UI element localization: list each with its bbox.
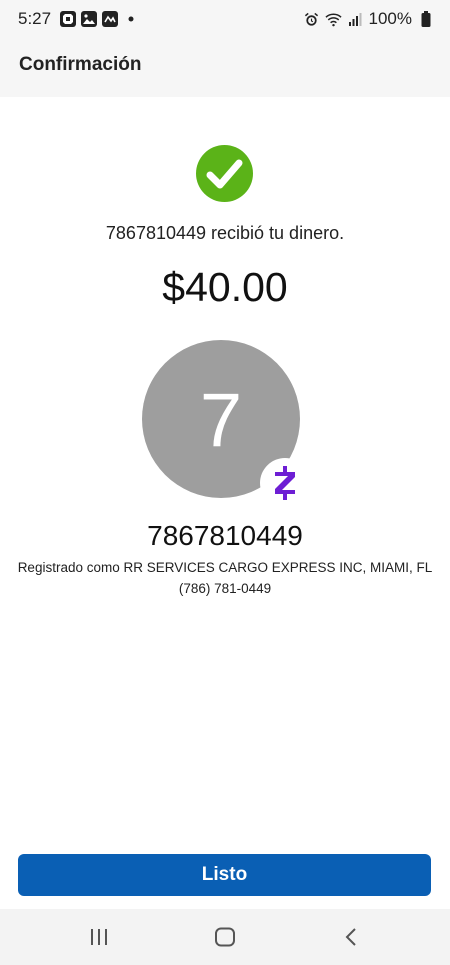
status-time: 5:27 (18, 9, 52, 28)
avatar-initial: 7 (199, 377, 243, 463)
status-bar: 5:27 100% (0, 0, 450, 40)
done-button[interactable]: Listo (18, 854, 431, 896)
chase-app-icon (59, 11, 76, 28)
alarm-icon (303, 11, 320, 28)
zelle-icon (260, 458, 310, 508)
battery-text: 100% (368, 9, 412, 28)
signal-icon (347, 11, 364, 28)
back-icon[interactable] (336, 925, 366, 949)
dot-icon (122, 11, 139, 28)
system-nav-bar (0, 909, 450, 965)
page-title: Confirmación (19, 54, 142, 75)
recipient-name: 7867810449 (147, 520, 303, 551)
status-right: 100% (303, 9, 434, 29)
received-message: 7867810449 recibió tu dinero. (105, 223, 345, 243)
home-icon[interactable] (210, 925, 240, 949)
gallery-icon (80, 11, 97, 28)
amount: $40.00 (162, 264, 288, 310)
recipient-phone: (786) 781-0449 (178, 581, 272, 596)
wifi-icon (324, 11, 342, 28)
app-bar: Confirmación (0, 40, 450, 97)
mail-icon (101, 11, 118, 28)
registered-as: Registrado como RR SERVICES CARGO EXPRES… (17, 560, 433, 575)
recent-apps-icon[interactable] (84, 925, 114, 949)
status-left: 5:27 (18, 9, 139, 29)
check-circle-icon (196, 145, 253, 202)
battery-icon (417, 11, 434, 28)
